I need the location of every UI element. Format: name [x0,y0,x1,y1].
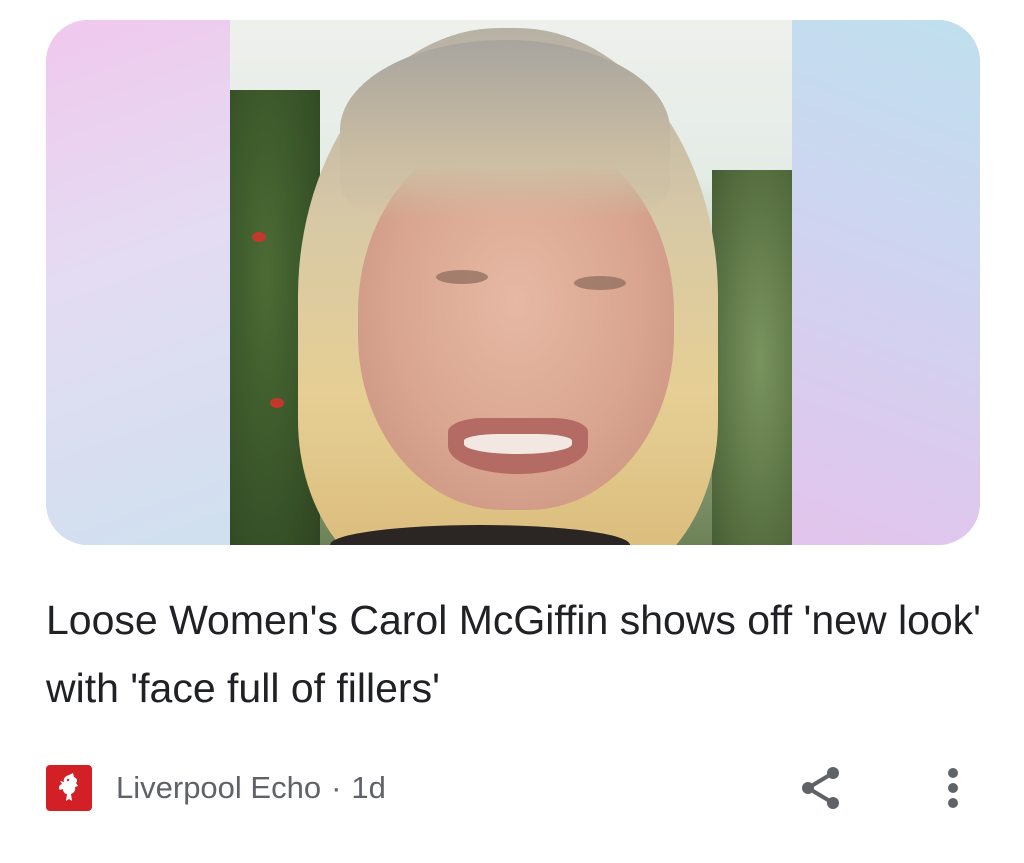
flower [252,232,266,242]
source-name[interactable]: Liverpool Echo [116,770,321,806]
article-image[interactable] [46,20,980,545]
meta-separator: · [331,770,342,805]
person-teeth [464,434,572,454]
liverbird-icon [46,765,92,811]
more-vert-icon [948,768,958,808]
news-article-card[interactable]: Loose Women's Carol McGiffin shows off '… [0,0,1024,863]
article-headline[interactable]: Loose Women's Carol McGiffin shows off '… [46,586,996,722]
article-meta-row: Liverpool Echo · 1d [46,764,980,812]
more-options-button[interactable] [930,762,976,814]
image-background-left [46,20,232,545]
article-photo [230,20,792,545]
person-eye-right [574,276,626,290]
article-age: 1d [351,770,386,805]
foliage-right [712,170,792,545]
share-icon [802,767,839,809]
person-fringe [340,40,670,220]
share-button[interactable] [794,762,846,814]
flower [270,398,284,408]
person-eye-left [436,270,488,284]
source-info: Liverpool Echo · 1d [116,770,386,806]
image-background-right [792,20,980,545]
